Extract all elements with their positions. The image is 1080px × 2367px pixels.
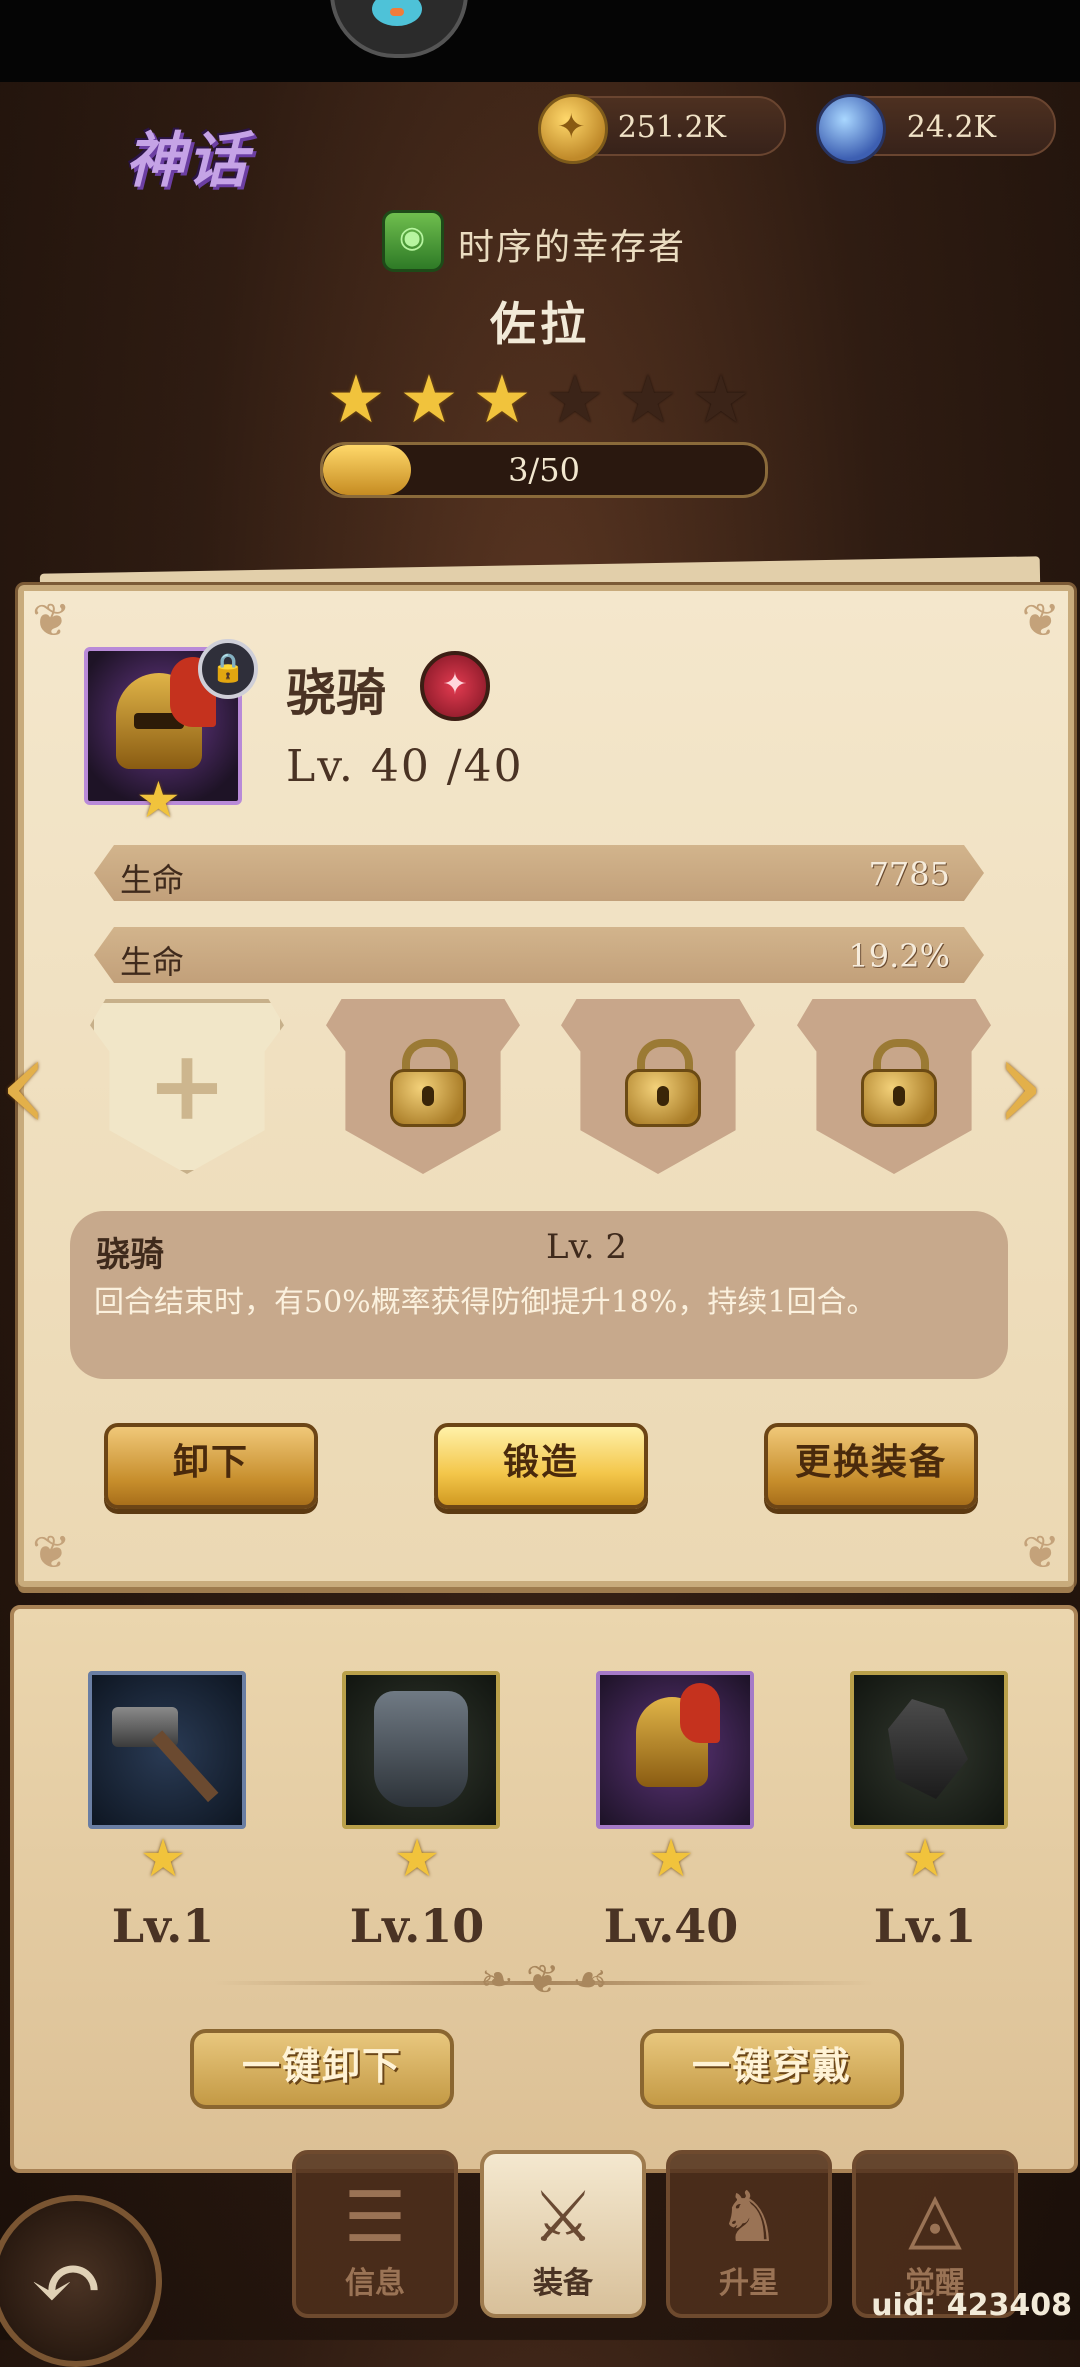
equip-slot-helmet[interactable] [596, 1671, 754, 1829]
star-empty-icon: ★ [545, 361, 605, 438]
equipped-items-scroll: ★ Lv.1 ★ Lv.10 ★ Lv.40 ★ Lv.1 ❧ ❦ ☙ 一键卸下… [10, 1605, 1078, 2173]
back-button[interactable]: ↶ [0, 2195, 162, 2367]
back-arrow-icon: ↶ [30, 2231, 104, 2334]
equipment-name: 骁骑 [286, 663, 386, 722]
star-filled-icon: ★ [326, 361, 386, 438]
tab-star-up[interactable]: ♞ 升星 [666, 2150, 832, 2318]
unequip-all-button[interactable]: 一键卸下 [190, 2029, 454, 2109]
rank-badge-icon[interactable]: ✦ [420, 651, 490, 721]
armor-icon [374, 1691, 468, 1807]
corner-ornament-icon: ❦ [1021, 593, 1060, 647]
skill-name: 骁骑 [96, 1235, 164, 1275]
slot-level: Lv.40 [603, 1899, 739, 1953]
stat-label: 生命 [120, 943, 185, 981]
top-status-bar [0, 0, 1080, 82]
stat-value: 19.2% [848, 937, 950, 975]
corner-ornament-icon: ❦ [1021, 1525, 1060, 1579]
faction-icon [382, 210, 444, 272]
awaken-icon: ◬ [908, 2176, 962, 2258]
star-icon: ★ [139, 1829, 187, 1889]
star-icon: ★ [647, 1829, 695, 1889]
stat-value: 7785 [868, 855, 950, 893]
skill-level: Lv. 2 [546, 1227, 627, 1267]
replace-equipment-button[interactable]: 更换装备 [764, 1423, 978, 1509]
plus-icon: + [146, 1029, 228, 1142]
skill-description-box: 骁骑 Lv. 2 回合结束时，有50%概率获得防御提升18%，持续1回合。 [70, 1211, 1008, 1379]
gem-socket-locked[interactable] [326, 999, 520, 1174]
gem-socket-locked[interactable] [561, 999, 755, 1174]
equip-slot-accessory[interactable] [850, 1671, 1008, 1829]
gem-currency[interactable]: 24.2K [816, 94, 1056, 164]
padlock-icon [625, 1039, 701, 1127]
slot-level: Lv.1 [111, 1899, 215, 1953]
gold-amount: 251.2K [617, 110, 726, 145]
info-icon: ☰ [343, 2176, 407, 2258]
slot-level: Lv.1 [873, 1899, 977, 1953]
equipment-level: Lv. 40 /40 [286, 741, 524, 792]
star-progress-bar: 3/50 [320, 442, 768, 498]
star-empty-icon: ★ [618, 361, 678, 438]
lock-icon[interactable]: 🔒 [198, 639, 258, 699]
crystal-icon [888, 1699, 968, 1799]
star-up-icon: ♞ [717, 2176, 781, 2258]
mascot-icon [330, 0, 468, 58]
equipment-icon: ⚔ [531, 2176, 595, 2258]
gem-socket-locked[interactable] [797, 999, 991, 1174]
gem-amount: 24.2K [906, 110, 996, 145]
star-empty-icon: ★ [691, 361, 751, 438]
equip-all-button[interactable]: 一键穿戴 [640, 2029, 904, 2109]
stat-label: 生命 [120, 861, 185, 899]
stat-row: 生命 7785 [94, 845, 984, 901]
rarity-label: 神话 [125, 126, 249, 196]
star-filled-icon: ★ [399, 361, 459, 438]
next-arrow-icon[interactable]: › [994, 1019, 1046, 1149]
divider-ornament-icon: ❧ ❦ ☙ [479, 1957, 609, 2003]
tab-label: 装备 [533, 2266, 593, 2301]
stat-row: 生命 19.2% [94, 927, 984, 983]
hero-name: 佐拉 [490, 297, 590, 351]
equipment-detail-panel: ❦ ❦ ❦ ❦ ★ 🔒 骁骑 ✦ Lv. 40 /40 生命 7785 生命 1… [0, 585, 1074, 1587]
star-progress-text: 3/50 [508, 451, 580, 489]
corner-ornament-icon: ❦ [32, 593, 71, 647]
star-icon: ★ [136, 771, 181, 829]
skill-description: 回合结束时，有50%概率获得防御提升18%，持续1回合。 [94, 1285, 877, 1320]
faction-name: 时序的幸存者 [458, 227, 687, 268]
star-filled-icon: ★ [472, 361, 532, 438]
coin-icon [538, 94, 608, 164]
hero-star-rating: ★ ★ ★ ★ ★ ★ [322, 366, 762, 436]
previous-arrow-icon[interactable]: ‹ [0, 1019, 50, 1149]
padlock-icon [861, 1039, 937, 1127]
gem-socket-empty[interactable]: + [90, 999, 284, 1174]
tab-info[interactable]: ☰ 信息 [292, 2150, 458, 2318]
helmet-icon [116, 657, 216, 769]
unequip-button[interactable]: 卸下 [104, 1423, 318, 1509]
tab-equipment[interactable]: ⚔ 装备 [480, 2150, 646, 2318]
user-id: uid: 423408 [871, 2288, 1072, 2323]
equip-slot-weapon[interactable] [88, 1671, 246, 1829]
tab-label: 信息 [345, 2266, 405, 2301]
star-icon: ★ [393, 1829, 441, 1889]
star-icon: ★ [901, 1829, 949, 1889]
padlock-icon [390, 1039, 466, 1127]
equip-slot-armor[interactable] [342, 1671, 500, 1829]
corner-ornament-icon: ❦ [32, 1525, 71, 1579]
gold-currency[interactable]: 251.2K [538, 94, 786, 164]
tab-label: 升星 [719, 2266, 779, 2301]
gem-icon [816, 94, 886, 164]
forge-button[interactable]: 锻造 [434, 1423, 648, 1509]
helmet-icon [636, 1683, 720, 1787]
slot-level: Lv.10 [349, 1899, 485, 1953]
